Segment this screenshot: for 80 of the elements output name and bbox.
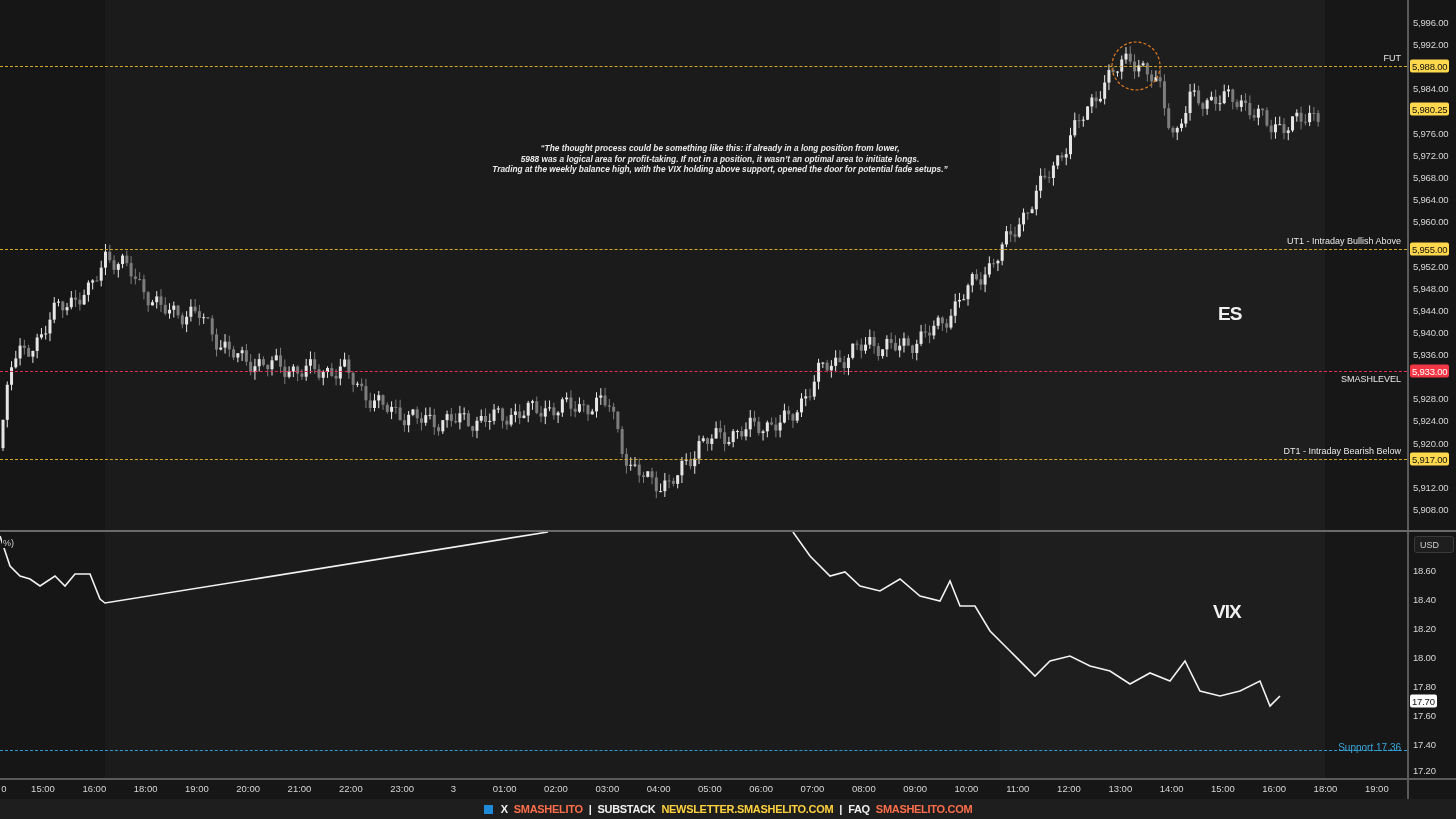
price-tick: 18.60 [1413,564,1436,576]
price-tag: 5,988.00 [1410,59,1450,73]
level-label: FUT [1383,53,1401,64]
price-tick: 5,944.00 [1413,304,1449,316]
time-label: 08:00 [851,783,876,794]
price-tick: 17.80 [1413,680,1436,692]
last-price-tag: 17.70 [1410,694,1437,707]
time-label: 21:00 [287,783,312,794]
price-tick: 5,968.00 [1413,171,1449,183]
time-label: 0 [1,783,7,794]
last-price-tag: 5,980.25 [1410,102,1450,116]
price-tick: 5,928.00 [1413,392,1449,404]
currency-button[interactable]: USD [1414,536,1454,553]
level-label: UT1 - Intraday Bullish Above [1286,235,1401,246]
time-label: 07:00 [800,783,825,794]
price-tag: 5,933.00 [1410,364,1450,378]
price-tick: 5,952.00 [1413,260,1449,271]
price-tick: 5,976.00 [1413,127,1449,139]
level-label: DT1 - Intraday Bearish Below [1283,446,1401,457]
footer-link[interactable]: SMASHELITO.COM [875,803,973,815]
annotation-text: “The thought process could be something like this: if already in a long position from lower, 5988 was a logical area for profit-taking. If not in a position, it wasn’t an optimal area to initiate longs. Trading at the weekly balance high, with the VIX holding above support, opened the door for potential fade setups.” [491,143,949,175]
price-tick: 5,936.00 [1413,348,1449,360]
time-label: 12:00 [1057,783,1081,794]
price-tick: 18.40 [1413,593,1436,605]
footer-text: | [839,803,843,815]
time-label: 23:00 [390,783,414,794]
time-label: 11:00 [1006,783,1030,794]
footer-text: SUBSTACK [597,803,656,815]
price-tick: 17.40 [1413,738,1436,750]
symbol-label: VIX [1213,601,1241,623]
price-tick: 18.20 [1413,622,1436,634]
time-label: 16:00 [1262,783,1287,794]
price-tick: 5,908.00 [1413,503,1449,515]
price-tick: 18.00 [1413,651,1436,663]
price-tick: 5,948.00 [1413,282,1449,294]
highlight-circle [1110,40,1162,92]
time-label: 09:00 [903,783,927,794]
footer-text: | [588,803,592,815]
time-label: 05:00 [698,783,722,794]
time-label: 14:00 [1159,783,1184,794]
time-label: 19:00 [1364,783,1389,794]
time-label: 15:00 [31,783,55,794]
time-label: 22:00 [338,783,363,794]
time-label: 16:00 [82,783,107,794]
price-tick: 5,964.00 [1413,193,1449,205]
level-label: SMASHLEVEL [1340,373,1401,384]
footer-link[interactable]: NEWSLETTER.SMASHELITO.COM [661,803,834,815]
time-label: 06:00 [749,783,774,794]
time-label: 04:00 [646,783,671,794]
support-label: Support 17.36 [1338,741,1401,753]
price-tick: 5,992.00 [1413,38,1449,50]
price-tick: 5,924.00 [1413,414,1449,426]
time-label: 19:00 [185,783,209,794]
price-tick: 5,972.00 [1413,149,1449,161]
time-label: 03:00 [595,783,620,794]
footer-link[interactable]: SMASHELITO [513,803,583,815]
time-label: 18:00 [133,783,158,794]
square-icon [483,804,493,814]
price-tick: 17.60 [1413,709,1436,721]
footer-text: X [500,803,508,815]
time-label: 02:00 [544,783,568,794]
price-tick: 5,912.00 [1413,481,1449,493]
time-label: 13:00 [1108,783,1133,794]
time-label: 01:00 [492,783,517,794]
price-tag: 5,955.00 [1410,242,1450,256]
time-label: 18:00 [1313,783,1338,794]
legend-text: %) [2,538,15,548]
footer-text: FAQ [848,803,870,815]
time-label: 10:00 [954,783,979,794]
time-label: 20:00 [236,783,261,794]
price-tick: 5,996.00 [1413,16,1449,28]
price-tick: 5,984.00 [1413,82,1449,94]
time-label: 15:00 [1211,783,1235,794]
price-tick: 5,920.00 [1413,437,1449,449]
price-tick: 5,960.00 [1413,215,1449,227]
price-tag: 5,917.00 [1410,452,1450,466]
symbol-label: ES [1218,303,1242,325]
price-tick: 17.20 [1413,764,1436,776]
price-tick: 5,940.00 [1413,326,1449,338]
time-label: 3 [450,783,457,794]
